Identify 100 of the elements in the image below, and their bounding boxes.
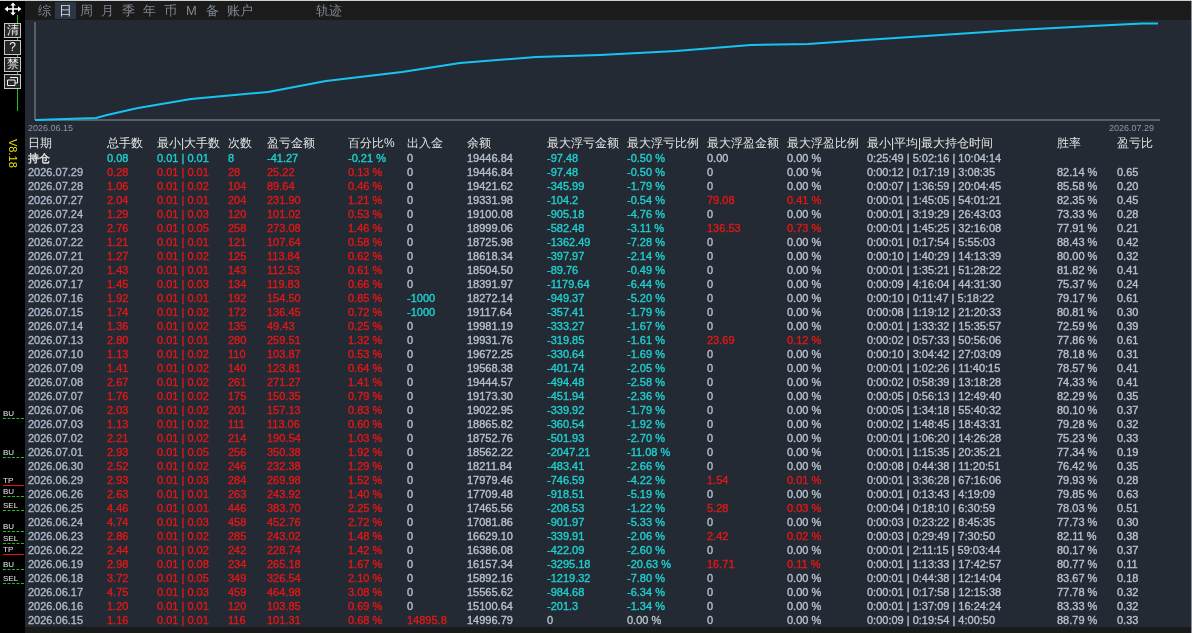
table-cell: 246 (228, 459, 247, 473)
table-cell: 0:00:08 | 1:19:12 | 21:20:33 (867, 305, 1002, 319)
table-cell: 0.11 % (787, 557, 821, 571)
table-cell: 2.93 (107, 473, 129, 487)
table-cell: 0.31 (1117, 347, 1139, 361)
table-cell: 0 (707, 487, 714, 501)
tab[interactable]: 轨迹 (312, 2, 346, 19)
column-header: 盈亏金额 (267, 136, 315, 151)
table-cell: 0:00:01 | 0:13:43 | 4:19:09 (867, 487, 996, 501)
toolbar-button[interactable]: 清 (4, 23, 21, 38)
toolbar-button[interactable]: ? (4, 40, 21, 55)
tab[interactable]: 季 (118, 2, 139, 19)
table-cell: 0 (707, 249, 714, 263)
tab[interactable]: 日 (55, 2, 76, 19)
toolbar-button[interactable]: 禁 (4, 57, 21, 72)
table-cell: -345.99 (547, 179, 585, 193)
table-cell: 0 (407, 263, 414, 277)
table-cell: 4.75 (107, 585, 129, 599)
table-cell: 0 (407, 235, 414, 249)
table-cell: 120 (228, 599, 247, 613)
table-cell: 80.00 % (1057, 249, 1098, 263)
table-cell: 0 (707, 179, 714, 193)
table-cell: 0.21 (1117, 221, 1139, 235)
table-cell: 79.08 (707, 193, 735, 207)
table-cell: 2026.07.28 (28, 179, 84, 193)
table-cell: 79.93 % (1057, 473, 1098, 487)
table-cell: 125 (228, 249, 247, 263)
table-cell: 16629.10 (467, 529, 513, 543)
table-cell: 258 (228, 221, 247, 235)
table-cell: 0 (547, 613, 554, 627)
table-cell: 0.32 (1117, 249, 1139, 263)
table-cell: 0:00:05 | 0:56:13 | 12:49:40 (867, 389, 1002, 403)
table-cell: -746.59 (547, 473, 585, 487)
table-cell: 349 (228, 571, 247, 585)
table-cell: 172 (228, 305, 247, 319)
table-cell: 0.61 (1117, 291, 1139, 305)
table-cell: 0.01 | 0.08 (157, 557, 209, 571)
table-cell: 0.38 (1117, 529, 1139, 543)
table-cell: 0 (707, 347, 714, 361)
table-cell: 16386.08 (467, 543, 513, 557)
table-cell: 0.00 % (787, 599, 822, 613)
table-cell: 0 (707, 585, 714, 599)
table-cell: 0 (407, 151, 414, 165)
table-cell: 107.64 (267, 235, 301, 249)
tab[interactable]: 周 (76, 2, 97, 19)
tab[interactable]: 账户 (223, 2, 257, 19)
table-cell: 0 (407, 361, 414, 375)
table-cell: -1362.49 (547, 235, 591, 249)
table-cell: 2.44 (107, 543, 129, 557)
table-cell: -2.58 % (627, 375, 665, 389)
table-cell: 228.74 (267, 543, 301, 557)
table-cell: 19022.95 (467, 403, 513, 417)
table-cell: 79.85 % (1057, 487, 1098, 501)
table-cell: 0 (407, 445, 414, 459)
table-cell: 49.43 (267, 319, 295, 333)
table-cell: 2026.07.06 (28, 403, 84, 417)
move-icon[interactable] (3, 2, 22, 16)
table-cell: 1.76 (107, 389, 129, 403)
tab[interactable]: 月 (97, 2, 118, 19)
table-cell: 19568.38 (467, 361, 513, 375)
tab[interactable]: 备 (202, 2, 223, 19)
table-cell: 19421.62 (467, 179, 513, 193)
table-cell: 459 (228, 585, 247, 599)
table-cell: 1.41 % (348, 375, 383, 389)
table-cell: 17465.56 (467, 501, 513, 515)
table-cell: 0.41 (1117, 361, 1139, 375)
table-cell: 0:00:01 | 0:44:38 | 12:14:04 (867, 571, 1002, 585)
table-cell: 0.32 (1117, 599, 1139, 613)
table-cell: -5.20 % (627, 291, 665, 305)
table-cell: 0.00 % (787, 291, 822, 305)
table-cell: 135 (228, 319, 247, 333)
table-cell: 0 (407, 571, 414, 585)
table-cell: 2026.07.15 (28, 305, 84, 319)
tab[interactable]: 综 (34, 2, 55, 19)
table-cell: 2026.06.29 (28, 473, 84, 487)
table-cell: 0:00:01 | 1:37:09 | 16:24:24 (867, 599, 1002, 613)
table-cell: 0.01 | 0.02 (157, 417, 209, 431)
table-cell: 2026.07.22 (28, 235, 84, 249)
table-cell: 0.00 % (787, 403, 822, 417)
table-cell: 2.52 (107, 459, 129, 473)
table-cell: 0.00 % (787, 235, 822, 249)
column-header: 百分比% (348, 136, 395, 151)
tab[interactable]: 币 (160, 2, 181, 19)
table-cell: 19331.98 (467, 193, 513, 207)
tab[interactable]: 年 (139, 2, 160, 19)
table-cell: 110 (228, 347, 246, 361)
table-cell: 0.00 % (787, 249, 822, 263)
table-cell: 0.01 | 0.02 (157, 361, 209, 375)
table-cell: 0.42 (1117, 235, 1139, 249)
table-cell: 0.45 (1117, 193, 1139, 207)
table-cell: 2026.07.29 (28, 165, 84, 179)
table-cell: 0.13 % (348, 165, 383, 179)
table-cell: 0 (707, 375, 714, 389)
table-cell: -918.51 (547, 487, 585, 501)
table-cell: 0 (707, 417, 714, 431)
tab[interactable]: M (181, 2, 202, 19)
restore-button[interactable] (4, 74, 21, 89)
table-cell: 17979.46 (467, 473, 513, 487)
table-cell: 2026.06.24 (28, 515, 84, 529)
table-cell: 0.61 (1117, 333, 1139, 347)
